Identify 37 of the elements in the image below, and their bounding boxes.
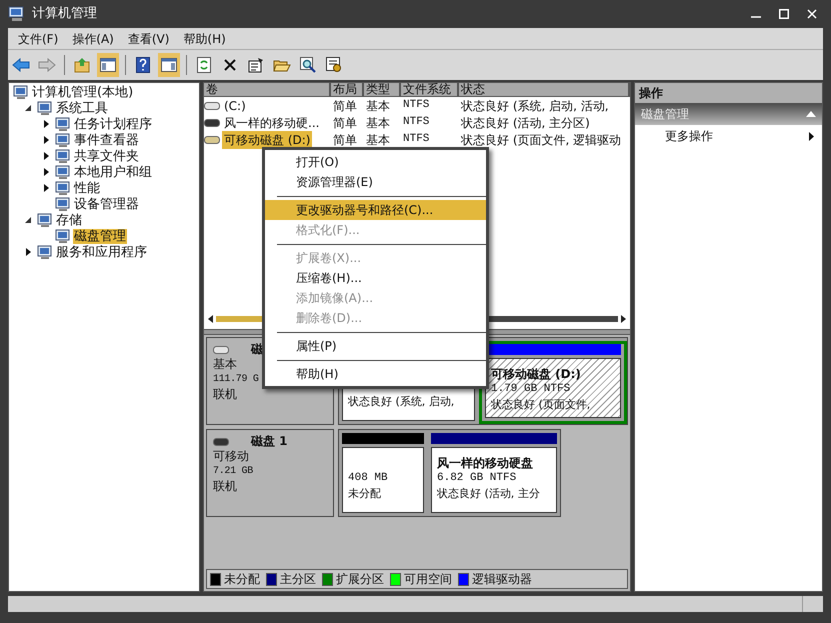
table-cell-text: 基本 <box>365 98 391 114</box>
partition-status: 状态良好 (系统, 启动, <box>348 394 456 409</box>
table-cell-text: 状态良好 (活动, 主分区) <box>460 114 591 132</box>
partition-size: 408 MB <box>348 471 389 486</box>
disk-type: 基本 <box>213 357 237 372</box>
table-cell-text: NTFS <box>402 98 430 114</box>
disk-name: 磁盘 1 <box>251 434 288 449</box>
partition-name: 可移动磁盘 (D:) <box>491 367 582 382</box>
table-cell-text: 状态良好 (系统, 启动, 活动, <box>460 98 610 114</box>
legend-label: 未分配 <box>224 571 260 588</box>
disk-size: 7.21 GB <box>213 465 253 479</box>
disk-name: 磁 <box>251 342 263 357</box>
table-cell-text: NTFS <box>402 132 430 148</box>
legend-label: 主分区 <box>280 571 316 588</box>
disk-status: 联机 <box>213 387 237 402</box>
table-cell-text: 状态良好 (页面文件, 逻辑驱动 <box>460 132 622 148</box>
legend-label: 扩展分区 <box>336 571 384 588</box>
disk-size: 111.79 G <box>213 373 259 387</box>
legend-label: 可用空间 <box>404 571 452 588</box>
table-cell-text: 简单 <box>332 114 358 132</box>
table-cell-text: 简单 <box>332 132 358 148</box>
disk-status: 联机 <box>213 479 237 494</box>
partition-status: 状态良好 (活动, 主分 <box>437 486 541 501</box>
table-cell-text: 基本 <box>365 114 391 132</box>
partition-status: 未分配 <box>348 486 382 501</box>
partition-status: 状态良好 (页面文件, <box>491 397 592 412</box>
section-title: 磁盘管理 <box>641 106 689 123</box>
table-cell-text: NTFS <box>402 115 430 130</box>
table-cell-text: 简单 <box>332 98 358 114</box>
legend-label: 逻辑驱动器 <box>472 571 532 588</box>
partition-size: 6.82 GB NTFS <box>437 471 518 486</box>
table-cell-text: 基本 <box>365 132 391 148</box>
window-title: 计算机管理 <box>32 5 97 24</box>
partition-size: 1.79 GB NTFS <box>491 382 572 397</box>
disk-type: 可移动 <box>213 449 249 464</box>
partition-name: 风一样的移动硬盘 <box>437 456 534 471</box>
actions-title: 操作 <box>635 83 822 103</box>
